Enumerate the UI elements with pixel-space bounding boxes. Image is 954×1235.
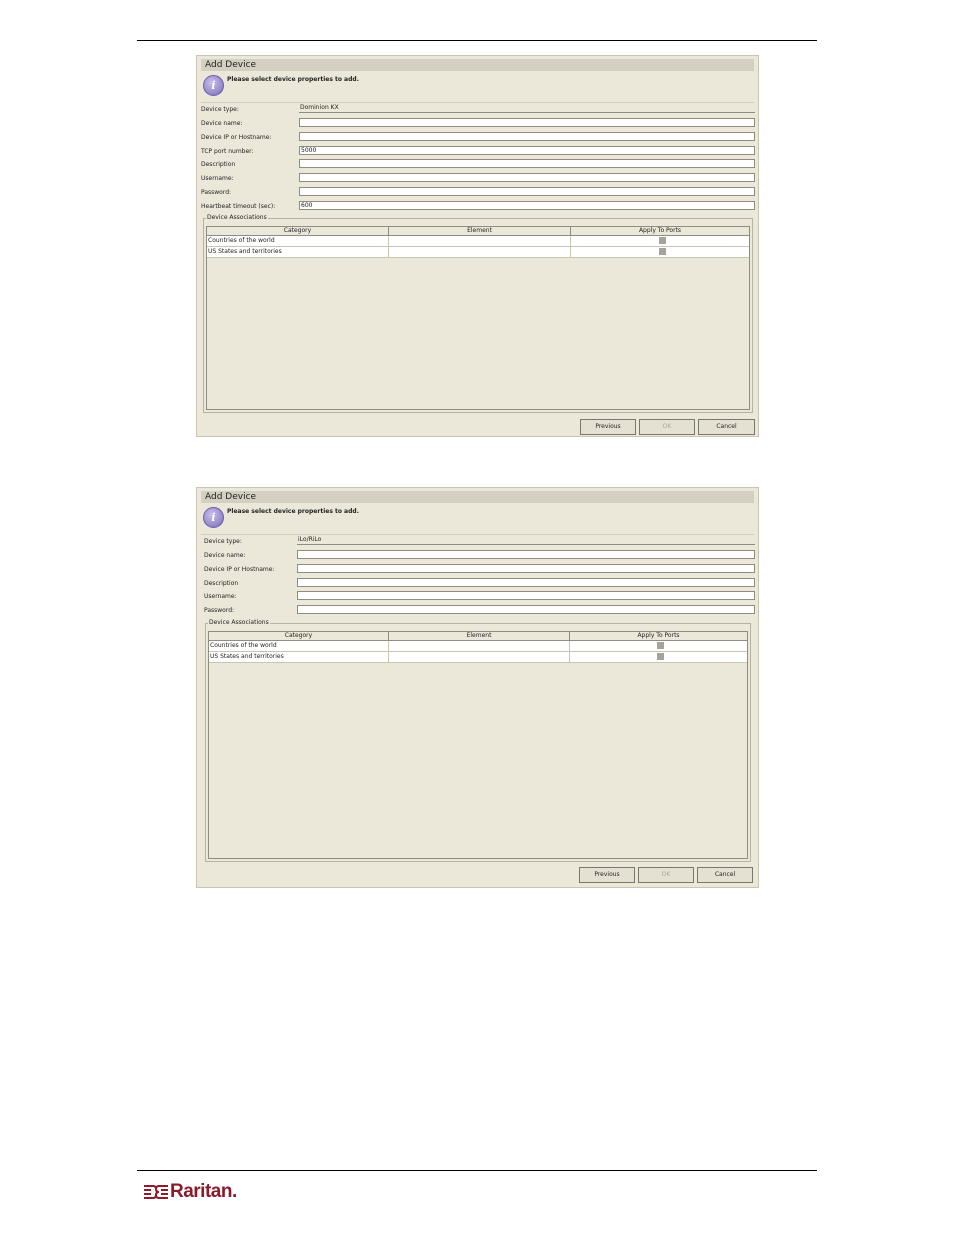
category-cell: Countries of the world bbox=[209, 641, 389, 651]
device-type-label: Device type: bbox=[204, 538, 242, 545]
tcp-port-input[interactable] bbox=[299, 146, 755, 155]
table-header: Category Element Apply To Ports bbox=[209, 632, 747, 641]
password-label: Password: bbox=[201, 189, 232, 196]
footer-rule bbox=[137, 1170, 817, 1171]
device-name-label: Device name: bbox=[201, 120, 243, 127]
password-label: Password: bbox=[204, 607, 235, 614]
element-cell[interactable] bbox=[389, 641, 570, 651]
category-cell: Countries of the world bbox=[207, 236, 389, 246]
apply-to-ports-checkbox[interactable] bbox=[657, 653, 664, 660]
tcp-port-label: TCP port number: bbox=[201, 148, 254, 155]
column-header-category[interactable]: Category bbox=[209, 632, 389, 640]
dialog-subtitle: Please select device properties to add. bbox=[227, 76, 359, 83]
table-row[interactable]: Countries of the world bbox=[207, 236, 749, 247]
dialog-title: Add Device bbox=[201, 491, 754, 503]
device-associations-legend: Device Associations bbox=[206, 214, 268, 221]
device-ip-label: Device IP or Hostname: bbox=[201, 134, 272, 141]
description-input[interactable] bbox=[297, 578, 755, 587]
cancel-button[interactable]: Cancel bbox=[697, 867, 753, 883]
column-header-apply-to-ports[interactable]: Apply To Ports bbox=[570, 632, 747, 640]
column-header-category[interactable]: Category bbox=[207, 227, 389, 235]
description-label: Description bbox=[201, 161, 236, 168]
ok-button[interactable]: OK bbox=[638, 867, 694, 883]
associations-table: Category Element Apply To Ports Countrie… bbox=[208, 631, 748, 859]
description-label: Description bbox=[204, 580, 239, 587]
table-row[interactable]: US States and territories bbox=[209, 652, 747, 663]
device-name-input[interactable] bbox=[299, 118, 755, 127]
device-type-value: iLo/RiLo bbox=[297, 536, 755, 545]
device-type-value: Dominion KX bbox=[299, 104, 755, 113]
previous-button[interactable]: Previous bbox=[579, 867, 635, 883]
username-input[interactable] bbox=[299, 173, 755, 182]
device-ip-input[interactable] bbox=[299, 132, 755, 141]
username-input[interactable] bbox=[297, 591, 755, 600]
table-header: Category Element Apply To Ports bbox=[207, 227, 749, 236]
column-header-element[interactable]: Element bbox=[389, 632, 570, 640]
column-header-apply-to-ports[interactable]: Apply To Ports bbox=[571, 227, 749, 235]
device-associations-group: Device Associations Category Element App… bbox=[205, 619, 751, 862]
raritan-mark-icon bbox=[144, 1185, 168, 1199]
device-name-input[interactable] bbox=[297, 550, 755, 559]
separator bbox=[201, 534, 754, 535]
device-type-label: Device type: bbox=[201, 106, 239, 113]
device-ip-label: Device IP or Hostname: bbox=[204, 566, 275, 573]
apply-to-ports-checkbox[interactable] bbox=[657, 642, 664, 649]
cancel-button[interactable]: Cancel bbox=[698, 419, 755, 435]
add-device-dialog-ilo: Add Device i Please select device proper… bbox=[196, 487, 759, 888]
device-ip-input[interactable] bbox=[297, 564, 755, 573]
category-cell: US States and territories bbox=[207, 247, 389, 257]
previous-button[interactable]: Previous bbox=[580, 419, 636, 435]
category-cell: US States and territories bbox=[209, 652, 389, 662]
raritan-logo: Raritan. bbox=[143, 1180, 253, 1204]
ok-button[interactable]: OK bbox=[639, 419, 695, 435]
description-input[interactable] bbox=[299, 159, 755, 168]
element-cell[interactable] bbox=[389, 236, 571, 246]
separator bbox=[201, 102, 754, 103]
info-icon: i bbox=[203, 75, 224, 96]
table-row[interactable]: Countries of the world bbox=[209, 641, 747, 652]
username-label: Username: bbox=[201, 175, 234, 182]
heartbeat-timeout-label: Heartbeat timeout (sec): bbox=[201, 203, 276, 210]
table-row[interactable]: US States and territories bbox=[207, 247, 749, 258]
device-associations-group: Device Associations Category Element App… bbox=[203, 214, 753, 413]
apply-to-ports-checkbox[interactable] bbox=[659, 248, 666, 255]
info-icon: i bbox=[203, 507, 224, 528]
password-input[interactable] bbox=[299, 187, 755, 196]
username-label: Username: bbox=[204, 593, 237, 600]
add-device-dialog-dominion: Add Device i Please select device proper… bbox=[196, 55, 759, 437]
header-rule bbox=[137, 40, 817, 41]
heartbeat-timeout-input[interactable] bbox=[299, 201, 755, 210]
element-cell[interactable] bbox=[389, 652, 570, 662]
associations-table: Category Element Apply To Ports Countrie… bbox=[206, 226, 750, 410]
raritan-logo-text: Raritan. bbox=[170, 1181, 237, 1202]
device-associations-legend: Device Associations bbox=[208, 619, 270, 626]
dialog-subtitle: Please select device properties to add. bbox=[227, 508, 359, 515]
device-name-label: Device name: bbox=[204, 552, 246, 559]
password-input[interactable] bbox=[297, 605, 755, 614]
dialog-title: Add Device bbox=[201, 59, 754, 71]
apply-to-ports-checkbox[interactable] bbox=[659, 237, 666, 244]
element-cell[interactable] bbox=[389, 247, 571, 257]
column-header-element[interactable]: Element bbox=[389, 227, 571, 235]
